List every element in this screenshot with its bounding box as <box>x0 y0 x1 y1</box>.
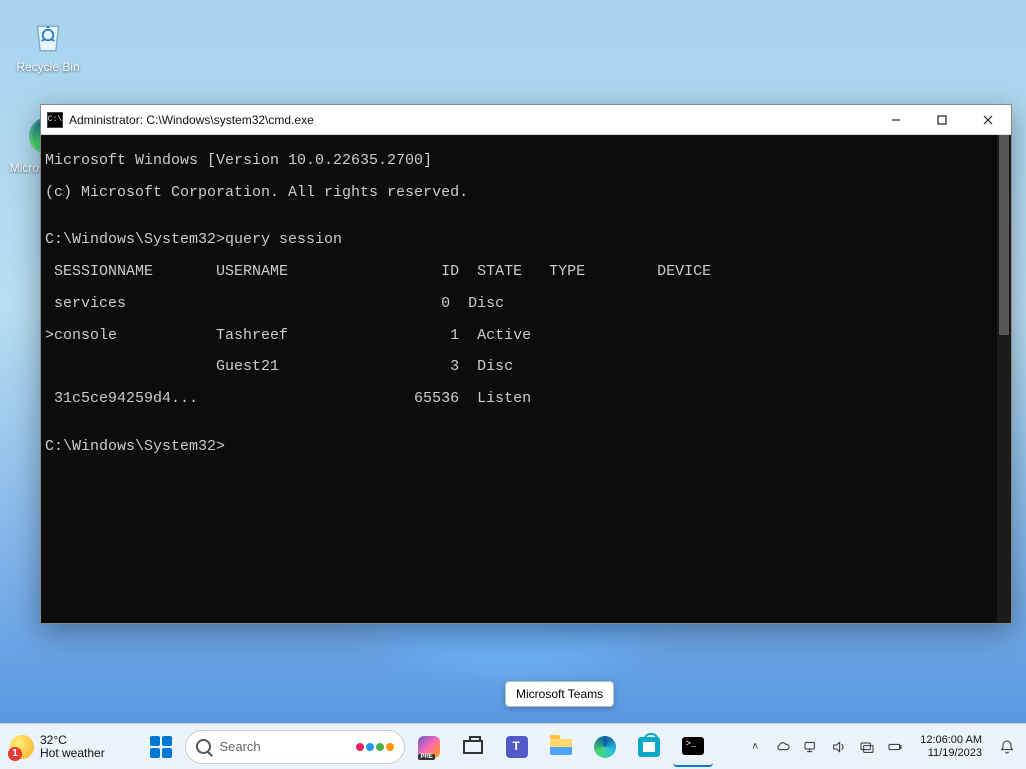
network-tray-icon[interactable] <box>802 738 820 756</box>
recycle-bin-label: Recycle Bin <box>8 60 88 74</box>
start-button[interactable] <box>141 727 181 767</box>
close-button[interactable] <box>965 105 1011 135</box>
volume-tray-icon[interactable] <box>830 738 848 756</box>
console-line: Guest21 3 Disc <box>45 359 1005 375</box>
microsoft-store-button[interactable] <box>629 727 669 767</box>
teams-button[interactable] <box>497 727 537 767</box>
search-box[interactable]: Search <box>185 730 405 764</box>
system-tray: ˄ 12:06:00 AM 11/19/2023 <box>746 734 1016 759</box>
weather-widget[interactable]: 1 32°C Hot weather <box>10 734 105 759</box>
cmd-titlebar-icon: C:\ <box>47 112 63 128</box>
tray-overflow-button[interactable]: ˄ <box>746 738 764 756</box>
console-line: C:\Windows\System32> <box>45 439 1005 455</box>
window-title: Administrator: C:\Windows\system32\cmd.e… <box>69 113 314 127</box>
clock[interactable]: 12:06:00 AM 11/19/2023 <box>920 734 982 759</box>
recycle-bin-icon <box>27 14 69 56</box>
scrollbar-thumb[interactable] <box>999 135 1009 335</box>
console-line: 31c5ce94259d4... 65536 Listen <box>45 391 1005 407</box>
windows-icon <box>150 736 172 758</box>
search-placeholder: Search <box>219 739 260 754</box>
cmd-icon <box>682 737 704 755</box>
edge-button[interactable] <box>585 727 625 767</box>
console-line: Microsoft Windows [Version 10.0.22635.27… <box>45 153 1005 169</box>
weather-badge: 1 <box>8 747 22 761</box>
taskbar: 1 32°C Hot weather Search ˄ <box>0 723 1026 769</box>
task-view-button[interactable] <box>453 727 493 767</box>
copilot-icon <box>418 736 440 758</box>
language-tray-icon[interactable] <box>858 738 876 756</box>
store-icon <box>638 737 660 757</box>
battery-tray-icon[interactable] <box>886 738 904 756</box>
console-line: SESSIONNAME USERNAME ID STATE TYPE DEVIC… <box>45 264 1005 280</box>
teams-icon <box>506 736 528 758</box>
console-scrollbar[interactable] <box>997 135 1011 623</box>
titlebar[interactable]: C:\ Administrator: C:\Windows\system32\c… <box>41 105 1011 135</box>
copilot-button[interactable] <box>409 727 449 767</box>
command-prompt-button[interactable] <box>673 727 713 767</box>
recycle-bin-desktop-icon[interactable]: Recycle Bin <box>8 14 88 74</box>
console-output[interactable]: Microsoft Windows [Version 10.0.22635.27… <box>41 135 1011 623</box>
file-explorer-button[interactable] <box>541 727 581 767</box>
weather-temp: 32°C <box>40 734 105 747</box>
cmd-window[interactable]: C:\ Administrator: C:\Windows\system32\c… <box>40 104 1012 624</box>
maximize-button[interactable] <box>919 105 965 135</box>
clock-date: 11/19/2023 <box>928 747 982 760</box>
taskbar-center: Search <box>121 727 735 767</box>
clock-time: 12:06:00 AM <box>920 734 982 747</box>
onedrive-tray-icon[interactable] <box>774 738 792 756</box>
weather-desc: Hot weather <box>40 747 105 760</box>
minimize-button[interactable] <box>873 105 919 135</box>
search-highlights-icon <box>356 743 394 751</box>
weather-icon: 1 <box>10 735 34 759</box>
notifications-button[interactable] <box>998 738 1016 756</box>
task-view-icon <box>463 740 483 754</box>
console-line: >console Tashreef 1 Active <box>45 328 1005 344</box>
edge-icon <box>594 736 616 758</box>
console-line: services 0 Disc <box>45 296 1005 312</box>
file-explorer-icon <box>550 739 572 755</box>
console-line: C:\Windows\System32>query session <box>45 232 1005 248</box>
console-line: (c) Microsoft Corporation. All rights re… <box>45 185 1005 201</box>
taskbar-tooltip: Microsoft Teams <box>505 681 614 707</box>
search-icon <box>196 739 211 754</box>
